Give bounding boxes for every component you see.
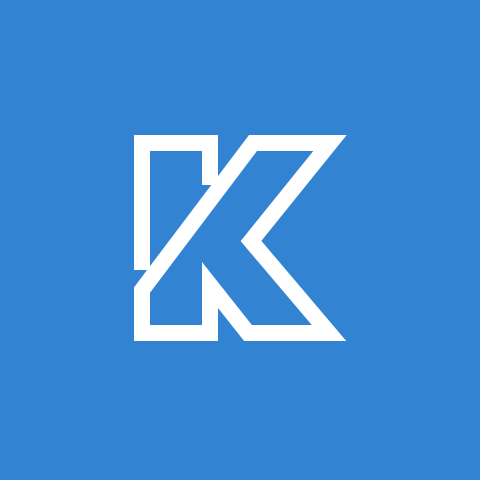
k-arm-leg-outline [134, 135, 347, 341]
app-icon-background [0, 0, 480, 480]
k-letter-outline-logo-icon [134, 135, 347, 341]
